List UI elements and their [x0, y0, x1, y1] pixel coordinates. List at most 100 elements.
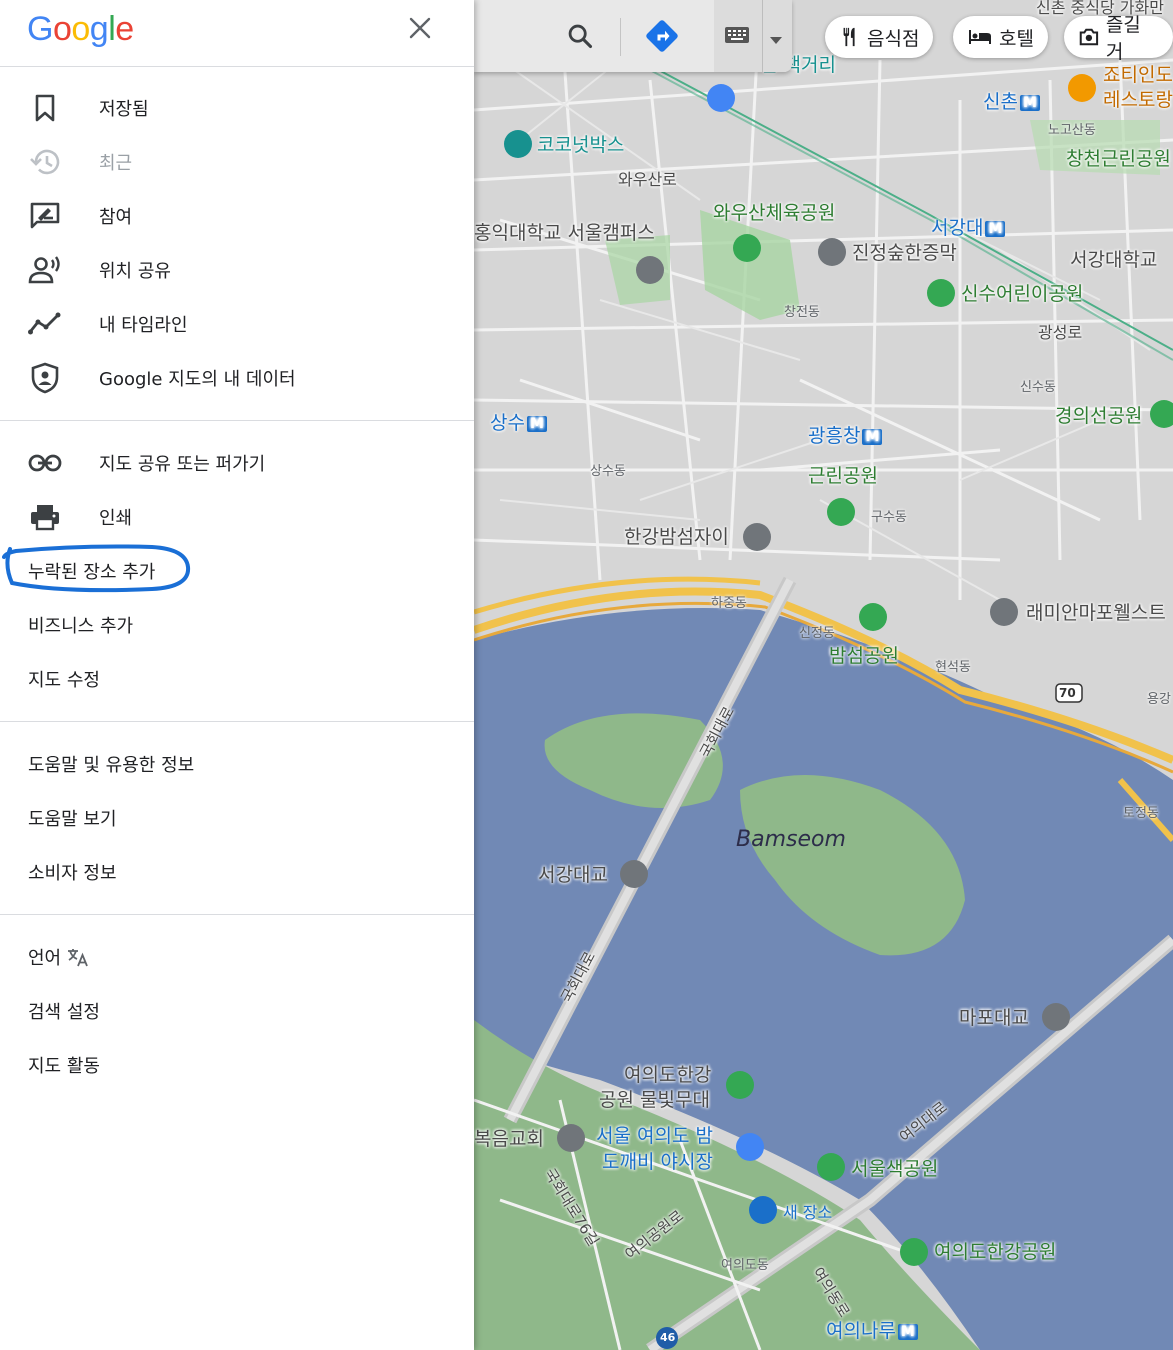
menu-item-label: 지도 수정 [28, 666, 100, 692]
location-sharing-icon [28, 253, 62, 287]
restaurant-icon [839, 26, 861, 48]
timeline-icon [28, 307, 62, 341]
map-label[interactable]: 경의선공원 [1055, 407, 1142, 426]
hotel-icon [967, 26, 993, 48]
chip-things-to-do[interactable]: 즐길 거 [1064, 16, 1173, 58]
translate-icon [67, 947, 89, 967]
map-label[interactable]: 홍익대학교 서울캠퍼스 [474, 224, 655, 243]
menu-item-saved[interactable]: 저장됨 [0, 81, 474, 135]
history-icon [28, 145, 62, 179]
close-menu-button[interactable] [402, 10, 438, 46]
menu-item-label: 저장됨 [99, 95, 149, 121]
menu-item-your-data[interactable]: Google 지도의 내 데이터 [0, 351, 474, 405]
map-label: 창전동 [784, 306, 820, 319]
map-label-station[interactable]: 서강대M [931, 219, 1005, 238]
map-label[interactable]: 창천근린공원 [1066, 150, 1171, 169]
menu-item-add-missing-place[interactable]: 누락된 장소 추가 [0, 544, 474, 598]
menu-section-map-actions: 지도 공유 또는 퍼가기 인쇄 누락된 장소 추가 비즈니스 추가 지도 수정 [0, 421, 474, 722]
chevron-down-icon[interactable] [770, 30, 782, 49]
divider [762, 0, 763, 72]
menu-item-maps-activity[interactable]: 지도 활동 [0, 1038, 474, 1092]
menu-item-label: 소비자 정보 [28, 859, 117, 885]
map-label-station[interactable]: 상수M [490, 414, 547, 433]
map-label[interactable]: 진정숲한증막 [852, 244, 957, 263]
chip-label: 호텔 [999, 24, 1034, 51]
route-70-shield: 70 [1059, 687, 1076, 699]
map-label[interactable]: 와우산체육공원 [713, 204, 835, 223]
map-label-station[interactable]: 광흥창M [808, 427, 882, 446]
map-label[interactable]: 근린공원 [808, 467, 878, 486]
map-label[interactable]: 신수어린이공원 [961, 285, 1083, 304]
keyboard-icon [724, 26, 750, 48]
menu-item-tips[interactable]: 도움말 및 유용한 정보 [0, 737, 474, 791]
map-label[interactable]: 도깨비 야시장 [602, 1153, 713, 1172]
map-label[interactable]: 여의도한강공원 [934, 1243, 1056, 1262]
side-menu: Google 저장됨 최근 참여 위치 공유 내 타임라인 Googl [0, 0, 474, 1350]
menu-item-label: 도움말 보기 [28, 805, 117, 831]
menu-item-label: 인쇄 [99, 504, 132, 530]
chip-label: 즐길 거 [1106, 10, 1159, 64]
menu-item-timeline[interactable]: 내 타임라인 [0, 297, 474, 351]
map-label-station[interactable]: 여의나루M [826, 1322, 918, 1341]
menu-section-settings: 언어 검색 설정 지도 활동 [0, 915, 474, 1107]
menu-item-label: 지도 활동 [28, 1052, 100, 1078]
route-46-shield: 46 [660, 1332, 675, 1343]
map-label[interactable]: 죠티인도 [1103, 66, 1173, 85]
map-label: 신수동 [1020, 381, 1056, 394]
input-tools[interactable] [714, 0, 792, 72]
map-label[interactable]: 래미안마포웰스트 [1026, 604, 1166, 623]
directions-icon [644, 18, 680, 54]
menu-item-location-sharing[interactable]: 위치 공유 [0, 243, 474, 297]
side-menu-header: Google [0, 0, 474, 67]
menu-item-label: 누락된 장소 추가 [28, 558, 155, 584]
divider [620, 18, 621, 56]
map-label[interactable]: 코코넛박스 [537, 136, 624, 155]
chip-restaurants[interactable]: 음식점 [825, 16, 933, 58]
chip-hotels[interactable]: 호텔 [953, 16, 1048, 58]
map-label: 상수동 [590, 465, 626, 478]
directions-button[interactable] [640, 0, 684, 72]
menu-item-recent[interactable]: 최근 [0, 135, 474, 189]
menu-item-edit-map[interactable]: 지도 수정 [0, 652, 474, 706]
map-label-island[interactable]: Bamseom [736, 829, 846, 851]
menu-item-language[interactable]: 언어 [0, 930, 474, 984]
map-label-station[interactable]: 신촌M [983, 93, 1040, 112]
link-icon [28, 446, 62, 480]
map-label[interactable]: 서강대학교 [1070, 251, 1157, 270]
map-label[interactable]: 레스토랑 [1103, 91, 1173, 110]
google-logo[interactable]: Google [27, 10, 134, 49]
map-label-new-place[interactable]: 새 장소 [783, 1205, 832, 1221]
menu-item-label: Google 지도의 내 데이터 [99, 365, 296, 391]
contribute-icon [28, 199, 62, 233]
map-label[interactable]: 마포대교 [959, 1009, 1029, 1028]
menu-section-personal: 저장됨 최근 참여 위치 공유 내 타임라인 Google 지도의 내 데이터 [0, 67, 474, 421]
menu-item-label: 검색 설정 [28, 998, 100, 1024]
map-label: 구수동 [871, 511, 907, 524]
menu-item-search-settings[interactable]: 검색 설정 [0, 984, 474, 1038]
menu-item-contribute[interactable]: 참여 [0, 189, 474, 243]
map-label[interactable]: 밤섬공원 [829, 647, 899, 666]
menu-item-add-business[interactable]: 비즈니스 추가 [0, 598, 474, 652]
search-button[interactable] [560, 0, 600, 72]
map-label[interactable]: 서울색공원 [851, 1160, 938, 1179]
menu-item-label: 내 타임라인 [99, 311, 188, 337]
map-label[interactable]: 복음교회 [474, 1130, 544, 1149]
map-label[interactable]: 서울 여의도 밤 [596, 1127, 713, 1146]
menu-item-label: 비즈니스 추가 [28, 612, 133, 638]
close-icon [409, 17, 431, 39]
map-label: 광성로 [1038, 325, 1082, 341]
menu-item-label: 도움말 및 유용한 정보 [28, 751, 194, 777]
shield-icon [28, 361, 62, 395]
menu-item-print[interactable]: 인쇄 [0, 490, 474, 544]
map-label[interactable]: 공원 물빛무대 [599, 1091, 710, 1110]
map-label: 현석동 [935, 661, 971, 674]
map-search-bar [474, 0, 792, 72]
menu-item-consumer-info[interactable]: 소비자 정보 [0, 845, 474, 899]
menu-item-get-help[interactable]: 도움말 보기 [0, 791, 474, 845]
menu-item-label-with-icon: 언어 [28, 944, 89, 970]
map-label[interactable]: 한강밤섬자이 [624, 528, 729, 547]
map-label[interactable]: 여의도한강 [624, 1066, 711, 1085]
menu-item-share-embed[interactable]: 지도 공유 또는 퍼가기 [0, 436, 474, 490]
map-label[interactable]: 서강대교 [538, 866, 608, 885]
search-icon [566, 22, 594, 50]
